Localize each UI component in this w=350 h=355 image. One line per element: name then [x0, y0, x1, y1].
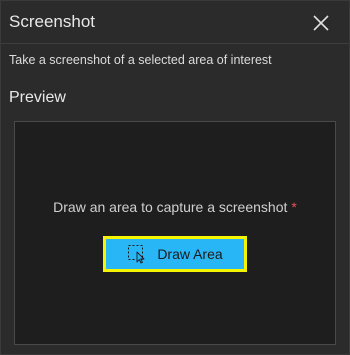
preview-label: Preview [9, 89, 66, 106]
preview-instruction: Draw an area to capture a screenshot * [15, 199, 335, 215]
instruction-text: Draw an area to capture a screenshot [53, 199, 288, 215]
select-area-icon [127, 244, 147, 264]
required-marker: * [291, 199, 297, 215]
screenshot-panel: Screenshot Take a screenshot of a select… [0, 0, 350, 355]
preview-area: Draw an area to capture a screenshot * Dr… [14, 121, 336, 345]
draw-area-button[interactable]: Draw Area [103, 236, 247, 272]
panel-description: Take a screenshot of a selected area of … [9, 53, 272, 67]
panel-header: Screenshot [1, 1, 349, 44]
close-icon[interactable] [311, 13, 331, 33]
panel-title: Screenshot [9, 12, 95, 31]
draw-area-label: Draw Area [157, 246, 223, 262]
